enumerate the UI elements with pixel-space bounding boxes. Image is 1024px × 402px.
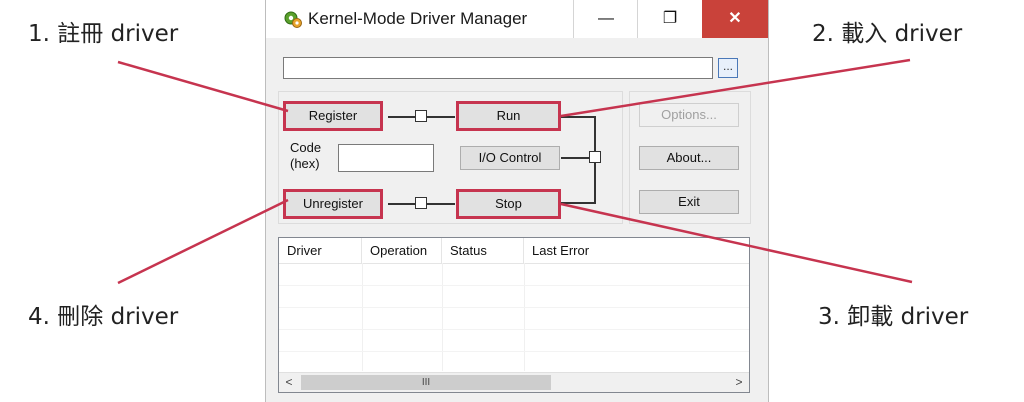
grid-line [279,285,749,286]
code-input[interactable] [338,144,434,172]
callout-line-delete [117,198,289,285]
connector [427,116,455,118]
connector [388,203,415,205]
callout-line-register [117,60,289,113]
scroll-thumb[interactable]: III [301,375,551,390]
grid-line [279,351,749,352]
about-button[interactable]: About... [639,146,739,170]
io-control-button[interactable]: I/O Control [460,146,560,170]
minimize-button[interactable]: — [574,0,638,38]
scroll-right-icon[interactable]: > [729,373,749,392]
status-indicator [415,197,427,209]
close-button[interactable]: ✕ [702,0,768,38]
options-button[interactable]: Options... [639,103,739,127]
driver-manager-window: Kernel-Mode Driver Manager — ❐ ✕ ... Reg… [265,0,769,402]
column-driver[interactable]: Driver [279,238,362,263]
grid-line [279,307,749,308]
code-label-line2: (hex) [290,156,320,171]
stop-button[interactable]: Stop [456,189,561,219]
horizontal-scrollbar[interactable]: < III > [279,372,749,392]
exit-button[interactable]: Exit [639,190,739,214]
browse-button[interactable]: ... [718,58,738,78]
code-label-line1: Code [290,140,322,155]
unregister-button[interactable]: Unregister [283,189,383,219]
driver-manager-icon [284,11,302,28]
grid-line [442,263,443,371]
connector [388,116,415,118]
title-bar: Kernel-Mode Driver Manager — ❐ ✕ [266,0,768,38]
status-indicator [589,151,601,163]
scroll-left-icon[interactable]: < [279,373,299,392]
column-operation[interactable]: Operation [362,238,442,263]
connector [594,116,596,151]
annotation-load: 2. 載入 driver [812,21,963,47]
grid-line [362,263,363,371]
connector [561,202,596,204]
grid-line [524,263,525,371]
column-status[interactable]: Status [442,238,524,263]
connector [594,163,596,203]
status-indicator [415,110,427,122]
list-header: Driver Operation Status Last Error [279,238,749,264]
connector [561,157,589,159]
driver-path-input[interactable] [283,57,713,79]
maximize-button[interactable]: ❐ [638,0,702,38]
connector [561,116,596,118]
register-button[interactable]: Register [283,101,383,131]
annotation-register: 1. 註冊 driver [28,21,179,47]
column-last-error[interactable]: Last Error [524,238,749,263]
window-title: Kernel-Mode Driver Manager [308,9,528,28]
annotation-delete: 4. 刪除 driver [28,304,179,330]
annotation-unload: 3. 卸載 driver [818,304,969,330]
grid-line [279,329,749,330]
run-button[interactable]: Run [456,101,561,131]
driver-log-list[interactable]: Driver Operation Status Last Error < III… [278,237,750,393]
connector [427,203,455,205]
